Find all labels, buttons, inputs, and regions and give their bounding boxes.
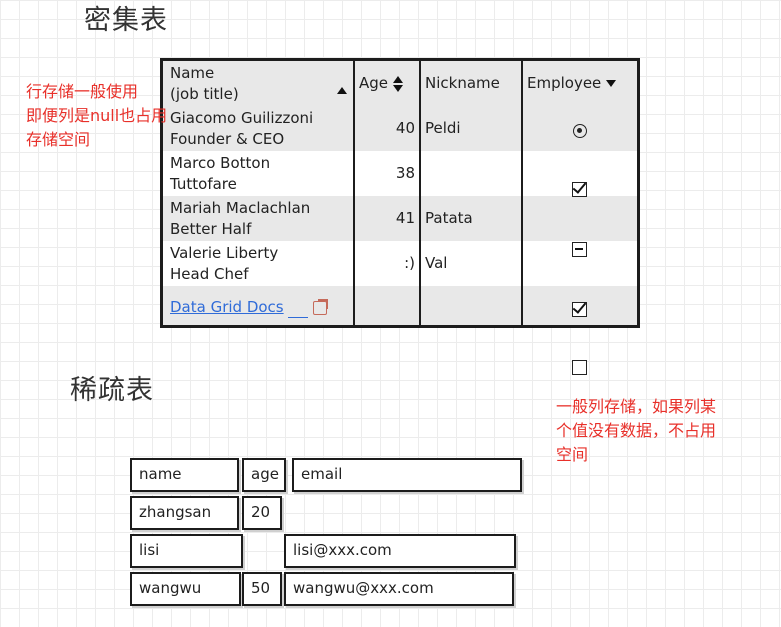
row-storage-note: 行存储一般使用 即便列是null也占用 存储空间 xyxy=(26,80,167,152)
job-title: Tuttofare xyxy=(170,175,237,193)
checkbox-indeterminate-icon[interactable] xyxy=(572,242,587,257)
note-line: 一般列存储，如果列某 xyxy=(556,397,717,416)
checkbox-checked-icon[interactable] xyxy=(572,302,587,317)
sparse-cell: lisi@xxx.com xyxy=(284,534,516,568)
sort-ascending-icon[interactable] xyxy=(337,79,347,98)
column-divider xyxy=(353,61,355,325)
header-name[interactable]: Name (job title) xyxy=(170,63,239,105)
note-line: 行存储一般使用 xyxy=(26,82,139,101)
header-title-label: (job title) xyxy=(170,85,239,103)
header-age[interactable]: Age xyxy=(359,73,403,94)
docs-link[interactable]: Data Grid Docs xyxy=(170,297,329,318)
age-cell: :) xyxy=(404,254,415,272)
nickname-cell: Peldi xyxy=(425,119,461,137)
sparse-cell: zhangsan xyxy=(130,496,239,530)
note-line: 空间 xyxy=(556,445,589,464)
age-cell: 41 xyxy=(395,209,415,227)
external-link-icon[interactable] xyxy=(313,298,329,315)
sparse-cell-age-header: age xyxy=(242,458,286,492)
employee-name: Giacomo Guilizzoni xyxy=(170,109,314,127)
dense-table-title: 密集表 xyxy=(84,5,168,36)
checkbox-unchecked-icon[interactable] xyxy=(572,360,587,375)
nickname-cell: Patata xyxy=(425,209,473,227)
header-name-label: Name xyxy=(170,64,215,82)
data-grid[interactable]: Name (job title) Age Nickname Employee G… xyxy=(160,58,640,375)
age-cell: 40 xyxy=(395,119,415,137)
employee-name: Marco Botton xyxy=(170,154,271,172)
sparse-cell: 50 xyxy=(242,572,282,606)
column-divider xyxy=(521,61,523,325)
sort-descending-icon[interactable] xyxy=(606,80,617,87)
row-name-cell: Marco Botton Tuttofare xyxy=(170,153,270,195)
sparse-cell: wangwu@xxx.com xyxy=(284,572,514,606)
employee-name: Mariah Maclachlan xyxy=(170,199,311,217)
sparse-cell-email-header: email xyxy=(292,458,522,492)
age-cell: 38 xyxy=(395,164,415,182)
row-name-cell: Valerie Liberty Head Chef xyxy=(170,243,278,285)
job-title: Better Half xyxy=(170,220,252,238)
sparse-table-title: 稀疏表 xyxy=(70,375,154,406)
radio-selected-icon[interactable] xyxy=(573,124,587,138)
header-employee-label: Employee xyxy=(527,74,602,92)
sparse-cell-name-header: name xyxy=(130,458,239,492)
sparse-cell: lisi xyxy=(130,534,243,568)
sparse-cell: 20 xyxy=(242,496,282,530)
column-divider xyxy=(419,61,421,325)
docs-link-label[interactable]: Data Grid Docs xyxy=(170,298,284,316)
note-line: 存储空间 xyxy=(26,130,91,149)
nickname-cell: Val xyxy=(425,254,448,272)
employee-name: Valerie Liberty xyxy=(170,244,279,262)
sparse-cell: wangwu xyxy=(130,572,241,606)
note-line: 个值没有数据，不占用 xyxy=(556,421,717,440)
note-line: 即便列是null也占用 xyxy=(26,106,168,125)
checkbox-checked-icon[interactable] xyxy=(572,182,587,197)
row-name-cell: Mariah Maclachlan Better Half xyxy=(170,198,310,240)
header-nickname[interactable]: Nickname xyxy=(425,73,500,94)
header-age-label: Age xyxy=(359,74,389,92)
job-title: Head Chef xyxy=(170,265,249,283)
column-storage-note: 一般列存储，如果列某 个值没有数据，不占用 空间 xyxy=(556,395,716,467)
row-name-cell: Giacomo Guilizzoni Founder & CEO xyxy=(170,108,313,150)
header-employee[interactable]: Employee xyxy=(527,73,617,94)
sort-both-icon[interactable] xyxy=(392,75,403,92)
job-title: Founder & CEO xyxy=(170,130,285,148)
